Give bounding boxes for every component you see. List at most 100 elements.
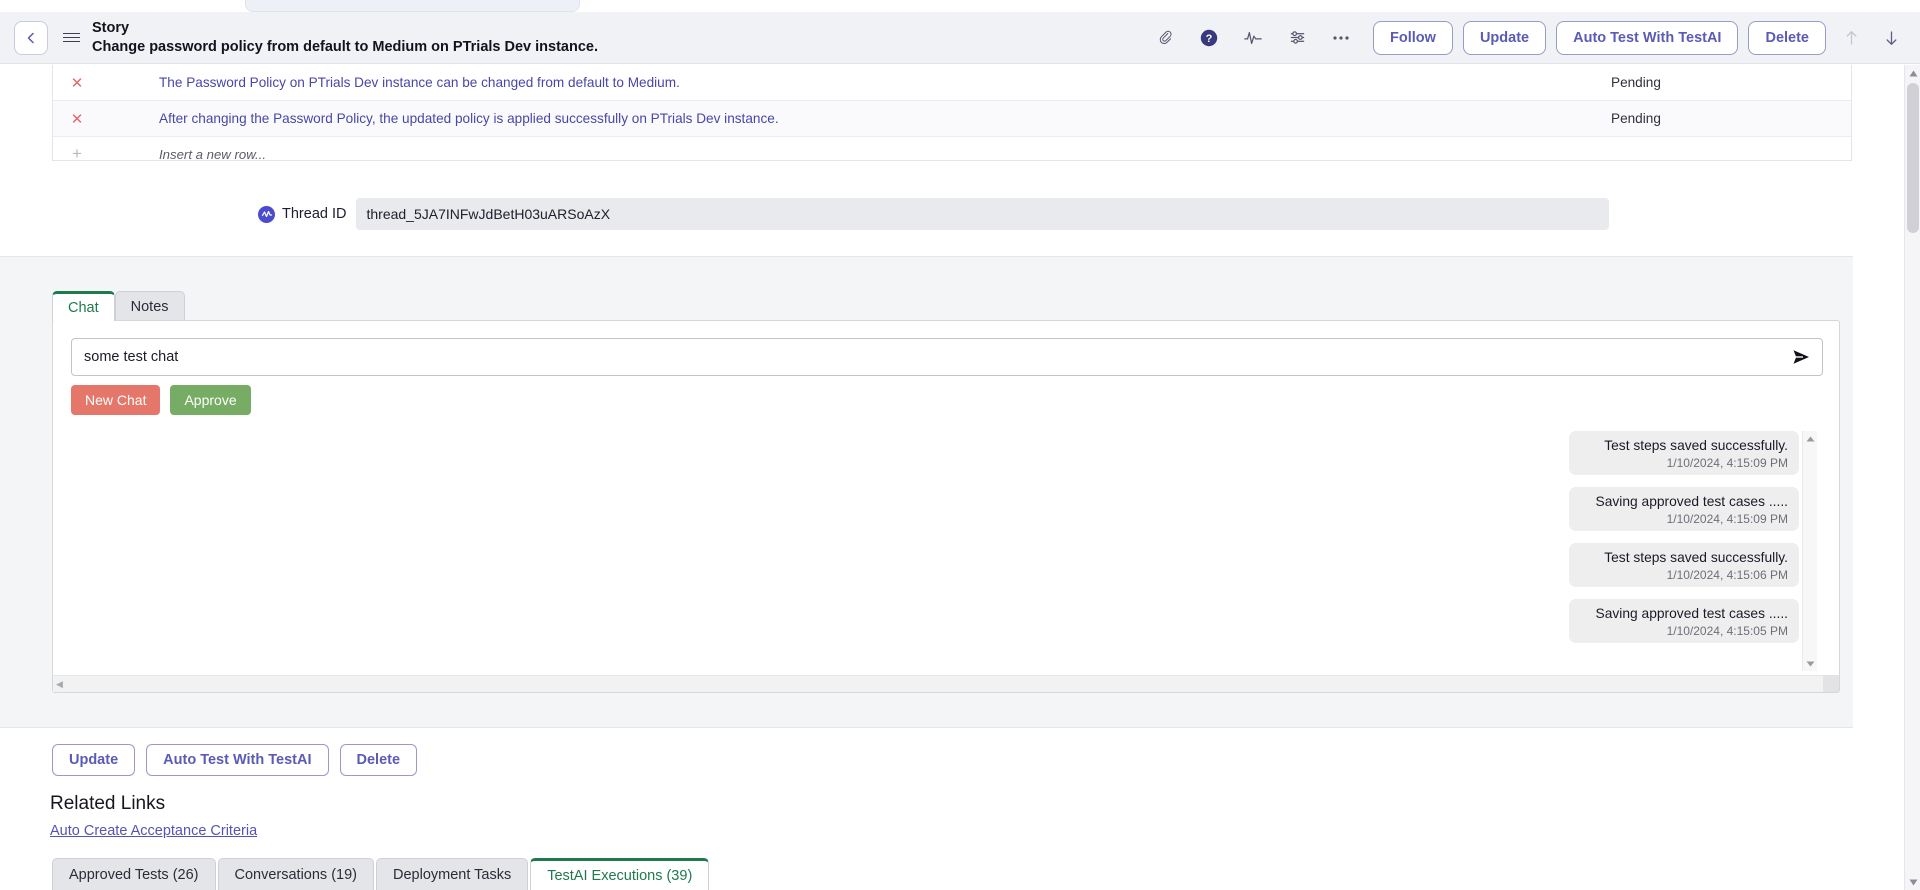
chat-message-timestamp: 1/10/2024, 4:15:09 PM: [1666, 512, 1788, 526]
auto-test-with-testai-button-bottom[interactable]: Auto Test With TestAI: [146, 744, 329, 776]
tab-deployment-tasks-label: Deployment Tasks: [393, 866, 512, 883]
svg-text:?: ?: [1206, 33, 1213, 45]
chat-horizontal-scrollbar[interactable]: ◀ ▶: [53, 675, 1839, 692]
thread-id-label: Thread ID: [282, 206, 347, 222]
chat-message: Saving approved test cases ..... 1/10/20…: [1569, 599, 1799, 643]
chat-message-timestamp: 1/10/2024, 4:15:06 PM: [1666, 568, 1788, 582]
partial-tab-above-header: [245, 0, 580, 12]
story-type-label: Story: [92, 20, 130, 37]
chat-input-row: [71, 338, 1823, 376]
table-row[interactable]: ✕ After changing the Password Policy, th…: [53, 101, 1851, 137]
chat-message: Test steps saved successfully. 1/10/2024…: [1569, 543, 1799, 587]
page-scrollbar[interactable]: [1904, 65, 1920, 890]
hamburger-bar: [62, 32, 80, 35]
wave-glyph: [261, 210, 272, 218]
hamburger-icon[interactable]: [58, 21, 84, 55]
filter-settings-icon[interactable]: [1280, 21, 1314, 55]
chat-scroll-down-button[interactable]: [1803, 656, 1817, 671]
acceptance-criteria-grid: ✕ The Password Policy on PTrials Dev ins…: [52, 65, 1852, 163]
triangle-up-icon: [1806, 436, 1815, 441]
chat-panel-tabs: Chat Notes: [52, 291, 185, 321]
story-header-bar: Story Change password policy from defaul…: [0, 12, 1920, 64]
send-message-button[interactable]: [1780, 339, 1822, 375]
criteria-fail-icon[interactable]: ✕: [53, 74, 101, 92]
page-scroll-up-button[interactable]: [1905, 65, 1920, 81]
paperclip-glyph: [1159, 30, 1172, 45]
attachment-icon[interactable]: [1148, 21, 1182, 55]
chat-message-timestamp: 1/10/2024, 4:15:05 PM: [1666, 624, 1788, 638]
update-button-bottom[interactable]: Update: [52, 744, 136, 776]
thread-id-label-group: Thread ID: [258, 205, 347, 223]
tab-approved-tests-label: Approved Tests (26): [69, 866, 199, 883]
chat-message-text: Test steps saved successfully.: [1604, 550, 1788, 565]
pulse-glyph: [1244, 31, 1262, 44]
chat-panel: Chat Notes New Chat Approve Test steps s…: [0, 256, 1853, 728]
tab-deployment-tasks[interactable]: Deployment Tasks: [376, 858, 529, 890]
chat-message: Test steps saved successfully. 1/10/2024…: [1569, 431, 1799, 475]
tab-testai-executions[interactable]: TestAI Executions (39): [530, 858, 710, 890]
follow-button[interactable]: Follow: [1373, 20, 1453, 55]
ellipsis-glyph: [1333, 35, 1349, 40]
related-links-heading: Related Links: [50, 793, 166, 814]
tab-testai-executions-label: TestAI Executions (39): [547, 867, 693, 884]
story-title-block: Story Change password policy from defaul…: [92, 19, 598, 55]
back-button[interactable]: [14, 20, 48, 55]
page-scroll-down-button[interactable]: [1905, 874, 1920, 890]
triangle-up-icon: [1909, 70, 1917, 76]
hscroll-left-button[interactable]: ◀: [56, 679, 63, 690]
update-button[interactable]: Update: [1462, 20, 1547, 55]
page-scroll-thumb[interactable]: [1907, 83, 1919, 233]
insert-new-row[interactable]: + Insert a new row...: [53, 137, 1851, 171]
chat-message-scrollbar[interactable]: [1802, 431, 1817, 671]
nav-next-button[interactable]: [1876, 21, 1906, 55]
auto-create-acceptance-criteria-link[interactable]: Auto Create Acceptance Criteria: [50, 823, 257, 839]
add-row-icon[interactable]: +: [53, 144, 101, 164]
bottom-tab-bar: Approved Tests (26) Conversations (19) D…: [52, 858, 711, 890]
triangle-down-icon: [1909, 879, 1917, 885]
criteria-text[interactable]: The Password Policy on PTrials Dev insta…: [101, 75, 1611, 90]
criteria-fail-icon[interactable]: ✕: [53, 110, 101, 128]
triangle-down-icon: [1806, 661, 1815, 666]
tab-chat[interactable]: Chat: [52, 291, 115, 321]
tab-notes-label: Notes: [130, 298, 169, 315]
scrollbar-corner: [1823, 675, 1839, 692]
tab-conversations[interactable]: Conversations (19): [217, 858, 374, 890]
auto-test-with-testai-button[interactable]: Auto Test With TestAI: [1556, 20, 1739, 55]
story-summary-label: Change password policy from default to M…: [92, 38, 598, 55]
top-partial-tab-area: [0, 0, 1920, 12]
delete-button-bottom[interactable]: Delete: [339, 744, 418, 776]
chat-action-buttons: New Chat Approve: [71, 385, 251, 415]
tab-chat-label: Chat: [68, 299, 99, 316]
chat-message-list: Test steps saved successfully. 1/10/2024…: [1569, 431, 1799, 643]
more-options-icon[interactable]: [1324, 21, 1358, 55]
criteria-text[interactable]: After changing the Password Policy, the …: [101, 111, 1611, 126]
thread-id-row: Thread ID thread_5JA7INFwJdBetH03uARSoAz…: [258, 198, 1610, 230]
chat-message: Saving approved test cases ..... 1/10/20…: [1569, 487, 1799, 531]
chevron-left-icon: [27, 32, 34, 43]
arrow-down-icon: [1886, 31, 1896, 45]
chat-scroll-up-button[interactable]: [1803, 431, 1817, 446]
tab-approved-tests[interactable]: Approved Tests (26): [52, 858, 216, 890]
nav-previous-button[interactable]: [1836, 21, 1866, 55]
help-icon[interactable]: ?: [1192, 21, 1226, 55]
activity-icon[interactable]: [1236, 21, 1270, 55]
status-badge: Pending: [1611, 111, 1661, 126]
arrow-up-icon: [1846, 30, 1856, 44]
tab-conversations-label: Conversations (19): [234, 866, 358, 883]
insert-new-row-label[interactable]: Insert a new row...: [101, 147, 1611, 162]
chat-message-text: Saving approved test cases .....: [1595, 606, 1789, 621]
bottom-action-bar: Update Auto Test With TestAI Delete: [52, 744, 418, 776]
sliders-glyph: [1290, 31, 1304, 44]
table-row[interactable]: ✕ The Password Policy on PTrials Dev ins…: [53, 65, 1851, 101]
new-chat-button[interactable]: New Chat: [71, 385, 161, 415]
question-circle-glyph: ?: [1200, 29, 1218, 46]
chat-body: New Chat Approve Test steps saved succes…: [52, 320, 1840, 693]
delete-button[interactable]: Delete: [1748, 20, 1826, 55]
approve-button[interactable]: Approve: [170, 385, 251, 415]
thread-id-value[interactable]: thread_5JA7INFwJdBetH03uARSoAzX: [356, 198, 1610, 230]
tab-notes[interactable]: Notes: [114, 291, 185, 321]
status-badge: Pending: [1611, 75, 1661, 90]
send-arrow-icon: [1793, 350, 1809, 364]
hamburger-bar: [62, 40, 80, 43]
chat-input[interactable]: [72, 339, 1780, 375]
